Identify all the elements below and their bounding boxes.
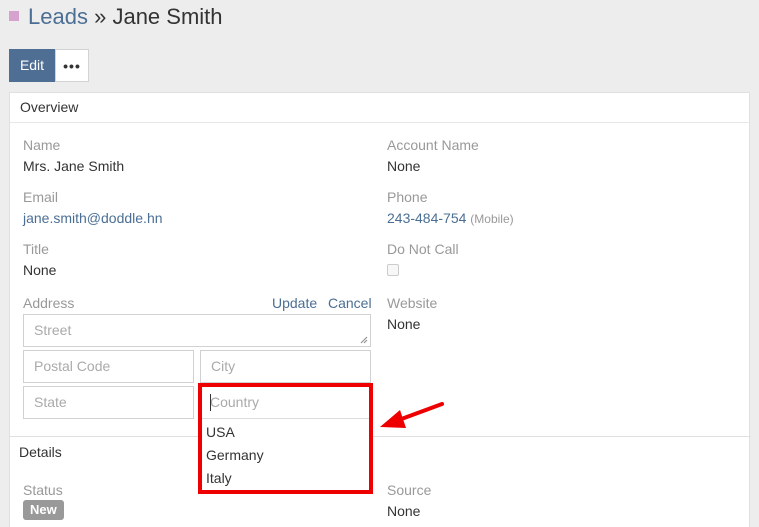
website-label: Website <box>387 295 438 311</box>
do-not-call-label: Do Not Call <box>387 241 459 257</box>
website-value: None <box>387 316 421 332</box>
overview-title: Overview <box>20 99 79 115</box>
account-name-value: None <box>387 158 421 174</box>
entity-color-icon <box>9 11 19 21</box>
city-field[interactable]: City <box>200 350 371 383</box>
status-label: Status <box>23 482 63 498</box>
phone-label: Phone <box>387 189 428 205</box>
red-arrow-icon <box>380 402 444 428</box>
resize-grip-icon[interactable] <box>360 336 368 344</box>
title-label: Title <box>23 241 49 257</box>
phone-link[interactable]: 243-484-754 <box>387 210 466 226</box>
city-placeholder: City <box>211 358 236 374</box>
street-field[interactable]: Street <box>23 314 371 347</box>
do-not-call-checkbox <box>387 264 399 276</box>
page-title: Leads » Jane Smith <box>28 3 223 31</box>
breadcrumb-leads[interactable]: Leads <box>28 4 88 29</box>
postal-code-field[interactable]: Postal Code <box>23 350 194 383</box>
overview-header: Overview <box>10 93 751 123</box>
source-value: None <box>387 503 421 519</box>
address-update-link[interactable]: Update <box>272 295 317 311</box>
address-label: Address <box>23 295 75 311</box>
street-placeholder: Street <box>34 322 72 338</box>
email-link[interactable]: jane.smith@doddle.hn <box>23 210 163 226</box>
source-label: Source <box>387 482 432 498</box>
postal-code-placeholder: Postal Code <box>34 358 111 374</box>
address-cancel-link[interactable]: Cancel <box>328 295 372 311</box>
page-header: Leads » Jane Smith <box>0 0 759 40</box>
more-actions-button[interactable]: ••• <box>55 49 89 82</box>
details-title: Details <box>19 444 62 460</box>
status-badge: New <box>23 500 64 520</box>
record-name: Jane Smith <box>112 4 223 29</box>
section-divider <box>10 436 751 437</box>
highlight-box <box>198 383 373 494</box>
edit-button[interactable]: Edit <box>9 49 55 82</box>
name-value: Mrs. Jane Smith <box>23 158 125 174</box>
title-value: None <box>23 262 57 278</box>
phone-type: (Mobile) <box>470 212 514 226</box>
phone-value: 243-484-754 (Mobile) <box>387 210 514 226</box>
breadcrumb-separator: » <box>94 4 107 29</box>
name-label: Name <box>23 137 61 153</box>
state-placeholder: State <box>34 394 67 410</box>
account-name-label: Account Name <box>387 137 479 153</box>
state-field[interactable]: State <box>23 386 194 419</box>
email-label: Email <box>23 189 59 205</box>
